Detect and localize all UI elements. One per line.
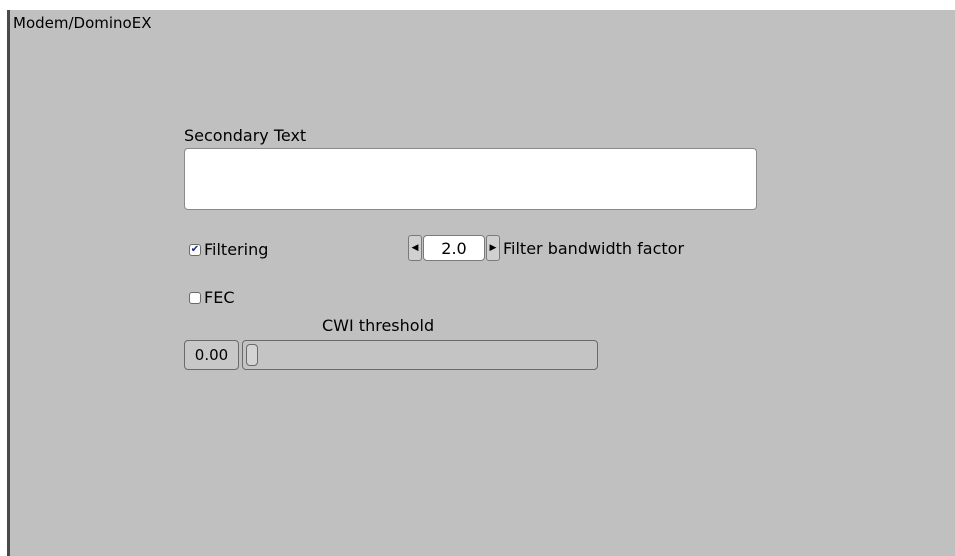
bandwidth-spinner: ◀ 2.0 ▶ Filter bandwidth factor xyxy=(408,234,684,262)
checkmark-icon: ✔ xyxy=(189,243,201,256)
fec-label: FEC xyxy=(204,288,235,307)
cwi-threshold-value[interactable]: 0.00 xyxy=(184,340,239,370)
right-arrow-icon: ▶ xyxy=(489,243,497,253)
bandwidth-value[interactable]: 2.0 xyxy=(423,235,485,261)
slider-thumb[interactable] xyxy=(246,344,258,366)
checkbox-box xyxy=(189,291,201,304)
cwi-threshold-label: CWI threshold xyxy=(322,316,435,335)
panel-title: Modem/DominoEX xyxy=(13,14,152,32)
left-arrow-icon: ◀ xyxy=(411,243,419,253)
increment-button[interactable]: ▶ xyxy=(486,235,500,261)
modem-dominoex-panel: Modem/DominoEX Secondary Text ✔ Filterin… xyxy=(7,10,955,556)
secondary-text-input[interactable] xyxy=(184,148,757,210)
bandwidth-label: Filter bandwidth factor xyxy=(503,238,685,258)
cwi-threshold-slider[interactable] xyxy=(242,340,598,370)
secondary-text-label: Secondary Text xyxy=(184,126,307,145)
filtering-checkbox[interactable]: ✔ Filtering xyxy=(189,240,268,259)
fec-checkbox[interactable]: FEC xyxy=(189,288,234,307)
decrement-button[interactable]: ◀ xyxy=(408,235,422,261)
filtering-label: Filtering xyxy=(204,240,269,259)
